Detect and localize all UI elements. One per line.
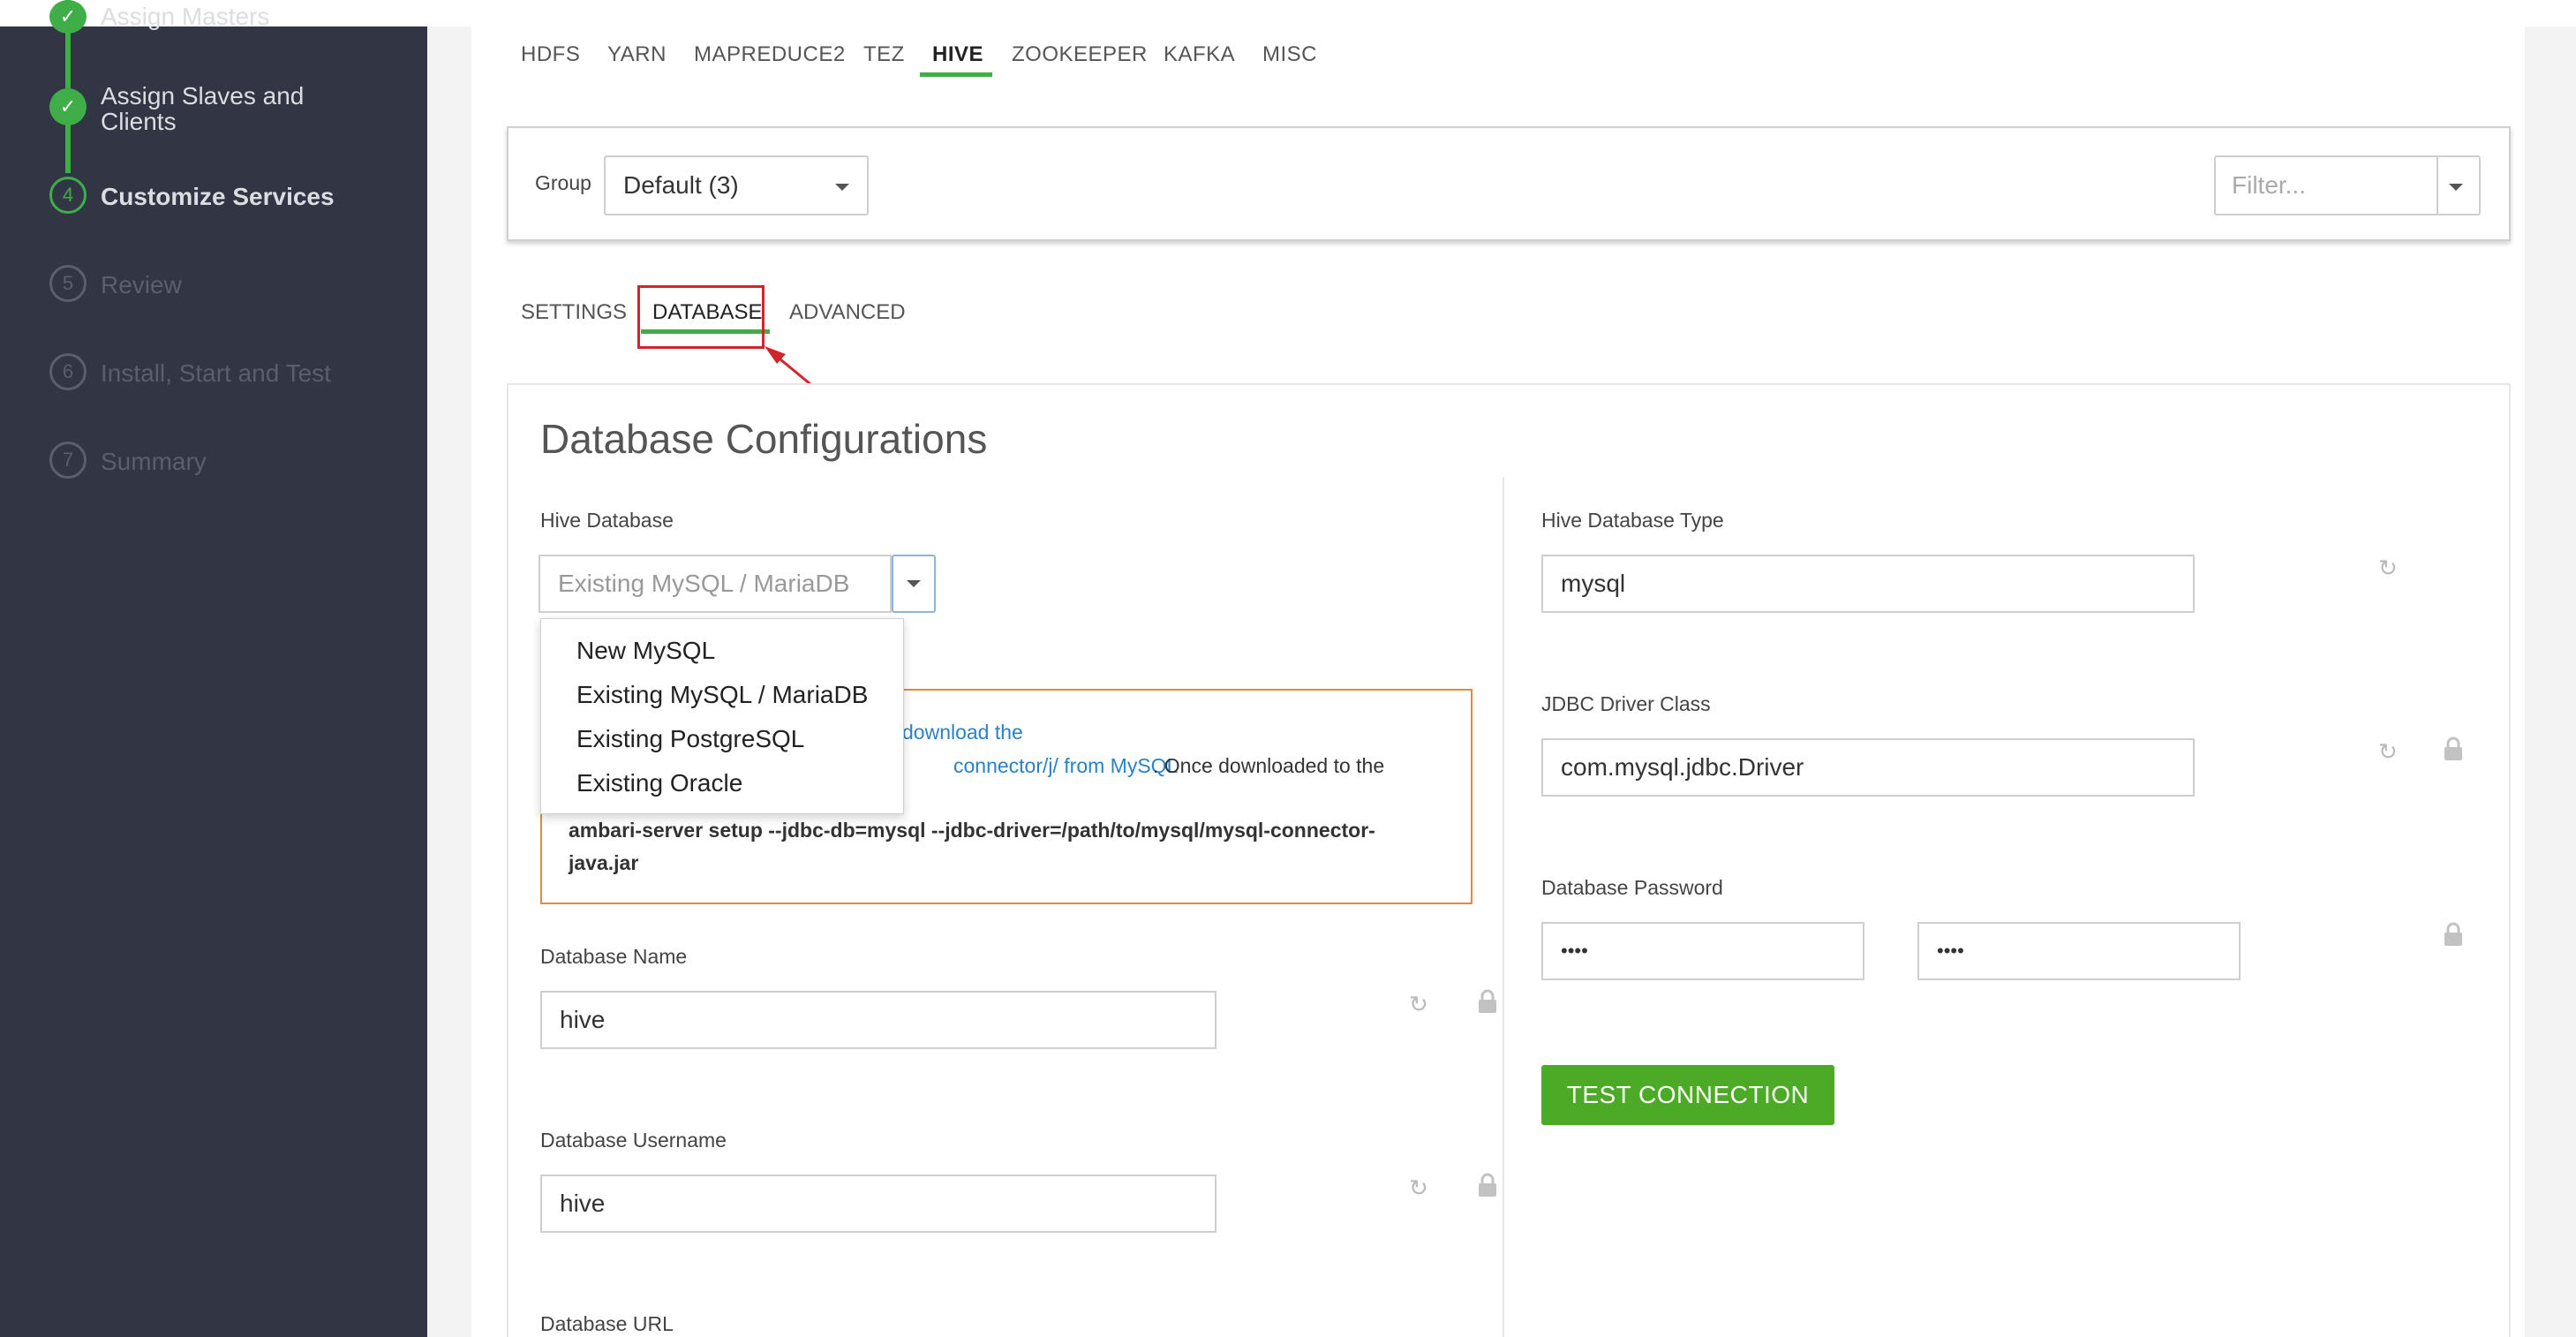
lock-icon: [1476, 989, 1499, 1020]
step-label-review: Review: [101, 271, 182, 298]
hive-database-type-label: Hive Database Type: [1541, 509, 1724, 532]
database-password-confirm-input[interactable]: ••••: [1917, 922, 2241, 980]
hive-database-label: Hive Database: [540, 509, 674, 532]
hive-database-value: Existing MySQL / MariaDB: [558, 570, 850, 597]
subtab-advanced[interactable]: ADVANCED: [789, 300, 906, 325]
database-name-value: hive: [560, 1006, 606, 1033]
step-4-circle-icon: 5: [49, 265, 87, 302]
filter-combo: Filter...: [2214, 155, 2481, 215]
group-select-value: Default (3): [623, 171, 739, 199]
section-title: Database Configurations: [540, 416, 988, 462]
tab-kafka[interactable]: KAFKA: [1164, 42, 1235, 67]
step-connector-line: [65, 124, 71, 173]
filter-input[interactable]: Filter...: [2232, 171, 2306, 200]
group-label: Group: [535, 171, 591, 194]
step-number: 4: [62, 184, 74, 206]
test-connection-button[interactable]: TEST CONNECTION: [1541, 1065, 1834, 1125]
step-label-install: Install, Start and Test: [101, 359, 331, 387]
hive-database-type-input[interactable]: mysql: [1541, 555, 2195, 613]
refresh-icon[interactable]: ↻: [1409, 1175, 1428, 1202]
jdbc-driver-class-input[interactable]: com.mysql.jdbc.Driver: [1541, 738, 2195, 797]
lock-icon: [1476, 1173, 1499, 1204]
mysql-connector-link[interactable]: connector/j/ from MySQL: [953, 754, 1178, 778]
step-label-summary: Summary: [101, 448, 207, 475]
wizard-sidebar: [0, 26, 427, 1337]
step-label-assign-slaves[interactable]: Assign Slaves and Clients: [101, 83, 365, 134]
option-new-mysql[interactable]: New MySQL: [576, 637, 715, 665]
database-password-value: ••••: [1561, 940, 1588, 962]
step-number: 7: [62, 449, 74, 471]
column-divider: [1503, 477, 1504, 1337]
tab-misc[interactable]: MISC: [1262, 42, 1317, 67]
ambari-setup-command: ambari-server setup --jdbc-db=mysql --jd…: [569, 819, 1375, 874]
chevron-down-icon: [835, 184, 849, 191]
chevron-down-icon: [907, 580, 921, 587]
refresh-icon[interactable]: ↻: [2378, 738, 2398, 766]
hive-database-select[interactable]: Existing MySQL / MariaDB: [539, 555, 892, 613]
tab-yarn[interactable]: YARN: [607, 42, 667, 67]
step-5-circle-icon: 6: [49, 353, 87, 390]
step-6-circle-icon: 7: [49, 442, 87, 479]
tab-zookeeper[interactable]: ZOOKEEPER: [1012, 42, 1148, 67]
step-number: 5: [62, 272, 74, 294]
subtab-settings[interactable]: SETTINGS: [521, 300, 627, 325]
step-2-check-icon: ✓: [49, 88, 87, 125]
warning-text: . Once downloaded to the: [1153, 754, 1385, 777]
top-strip: [0, 0, 2576, 26]
filter-dropdown-icon[interactable]: [2449, 184, 2463, 191]
tab-hive[interactable]: HIVE: [932, 42, 983, 67]
step-label-customize-services[interactable]: Customize Services: [101, 184, 335, 209]
database-name-label: Database Name: [540, 945, 688, 968]
highlight-annotation-box: [637, 285, 765, 349]
lock-icon: [2442, 922, 2465, 953]
refresh-icon[interactable]: ↻: [1409, 991, 1428, 1018]
jdbc-driver-class-value: com.mysql.jdbc.Driver: [1561, 753, 1804, 781]
database-username-label: Database Username: [540, 1129, 727, 1152]
hive-database-dropdown-toggle[interactable]: [892, 555, 936, 613]
database-password-confirm-value: ••••: [1937, 940, 1964, 962]
active-tab-indicator: [920, 72, 992, 77]
option-existing-oracle[interactable]: Existing Oracle: [576, 769, 742, 797]
group-select[interactable]: Default (3): [604, 155, 869, 215]
database-password-input[interactable]: ••••: [1541, 922, 1864, 980]
step-number: 6: [62, 360, 74, 382]
lock-icon: [2442, 736, 2465, 767]
step-label-assign-masters[interactable]: Assign Masters: [101, 4, 269, 29]
database-password-label: Database Password: [1541, 876, 1723, 899]
tab-mapreduce2[interactable]: MAPREDUCE2: [694, 42, 846, 67]
download-link[interactable]: download the: [902, 721, 1023, 744]
step-1-check-icon: ✓: [49, 0, 87, 34]
tab-tez[interactable]: TEZ: [863, 42, 905, 67]
option-existing-mysql[interactable]: Existing MySQL / MariaDB: [576, 681, 868, 709]
hive-database-dropdown-menu: New MySQL Existing MySQL / MariaDB Exist…: [540, 618, 904, 814]
database-username-input[interactable]: hive: [540, 1175, 1216, 1233]
step-3-circle-icon: 4: [49, 177, 87, 214]
database-name-input[interactable]: hive: [540, 991, 1216, 1049]
filter-divider: [2437, 157, 2438, 214]
refresh-icon[interactable]: ↻: [2378, 555, 2398, 582]
option-existing-postgresql[interactable]: Existing PostgreSQL: [576, 725, 804, 753]
hive-database-type-value: mysql: [1561, 570, 1626, 597]
left-gutter: [427, 26, 471, 1337]
database-url-label: Database URL: [540, 1312, 674, 1335]
jdbc-driver-class-label: JDBC Driver Class: [1541, 692, 1711, 715]
right-gutter: [2525, 26, 2576, 1337]
tab-hdfs[interactable]: HDFS: [521, 42, 580, 67]
database-username-value: hive: [560, 1190, 606, 1217]
